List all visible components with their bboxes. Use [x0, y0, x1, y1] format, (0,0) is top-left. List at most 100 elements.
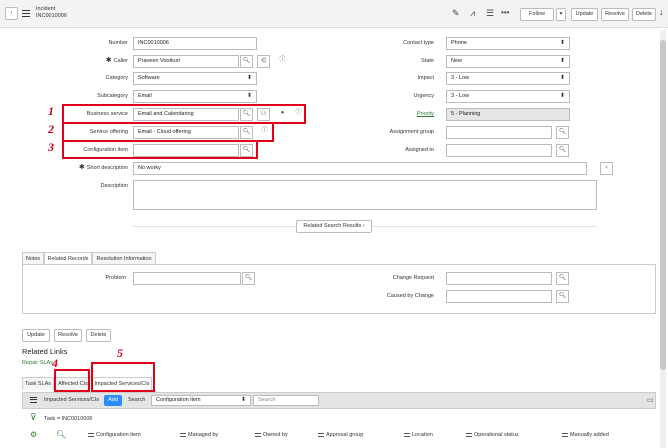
- description-field[interactable]: [133, 180, 597, 210]
- description-label: Description: [100, 183, 128, 189]
- column-approval-group[interactable]: Approval group: [318, 432, 363, 438]
- annotation-box-5: [91, 362, 155, 392]
- urgency-label: Urgency: [413, 93, 434, 99]
- annotation-box-1: [62, 104, 306, 124]
- filter-icon[interactable]: ⊽: [30, 412, 37, 423]
- search-label: Search: [128, 397, 146, 403]
- gear-icon[interactable]: ⚙: [30, 430, 37, 439]
- back-button[interactable]: ‹: [5, 7, 18, 20]
- assigned-to-field[interactable]: [446, 144, 552, 157]
- form-title: Incident: [36, 6, 56, 12]
- related-links-title: Related Links: [22, 347, 68, 356]
- caller-search-icon[interactable]: 🔍︎: [240, 55, 253, 68]
- annotation-number-3: 3: [48, 140, 54, 154]
- column-menu-icon[interactable]: [562, 432, 568, 437]
- column-operational-status[interactable]: Operational status: [466, 432, 519, 438]
- annotation-number-5: 5: [117, 346, 123, 360]
- delete-button[interactable]: Delete: [632, 8, 656, 21]
- settings-icon[interactable]: ☰: [486, 8, 494, 19]
- column-manually-added[interactable]: Manually added: [562, 432, 609, 438]
- lightbulb-icon[interactable]: ♀: [600, 162, 613, 175]
- change-request-search-icon[interactable]: 🔍︎: [556, 272, 569, 285]
- assignment-group-label: Assignment group: [389, 129, 434, 135]
- scrollbar[interactable]: [660, 30, 666, 448]
- filter-breadcrumb[interactable]: Task = INC0010006: [44, 416, 92, 422]
- attachment-icon[interactable]: ✎: [452, 8, 460, 19]
- column-menu-icon[interactable]: [404, 432, 410, 437]
- more-icon[interactable]: •••: [501, 8, 509, 17]
- annotation-box-2: [62, 122, 274, 142]
- column-configuration-item[interactable]: Configuration item: [88, 432, 141, 438]
- annotation-box-4: [54, 369, 90, 392]
- impact-select[interactable]: 3 - Low: [446, 72, 570, 85]
- form-header: ‹ Incident INC0010006 ✎ ⩘ ☰ ••• Follow ▾…: [0, 0, 668, 28]
- short-description-field[interactable]: No worky: [133, 162, 587, 175]
- resolve-button[interactable]: Resolve: [601, 8, 629, 21]
- update-button-bottom[interactable]: Update: [22, 329, 50, 342]
- caller-tree-icon[interactable]: ⋲: [257, 55, 270, 68]
- short-description-label: ✱ Short description: [78, 164, 128, 171]
- repair-slas-link[interactable]: Repair SLAs: [22, 360, 53, 366]
- assigned-to-search-icon[interactable]: 🔍︎: [556, 144, 569, 157]
- number-label: Number: [108, 40, 128, 46]
- category-select[interactable]: Software: [133, 72, 257, 85]
- priority-link[interactable]: Priority: [360, 108, 434, 120]
- caused-by-change-label: Caused by Change: [386, 293, 434, 299]
- column-menu-icon[interactable]: [318, 432, 324, 437]
- state-label: State: [421, 58, 434, 64]
- annotation-number-2: 2: [48, 122, 54, 136]
- priority-field: 5 - Planning: [446, 108, 570, 121]
- problem-search-icon[interactable]: 🔍︎: [242, 272, 255, 285]
- urgency-select[interactable]: 3 - Low: [446, 90, 570, 103]
- annotation-box-3: [62, 140, 258, 159]
- column-owned-by[interactable]: Owned by: [255, 432, 288, 438]
- column-location[interactable]: Location: [404, 432, 433, 438]
- column-menu-icon[interactable]: [180, 432, 186, 437]
- number-field[interactable]: INC0010006: [133, 37, 257, 50]
- subcategory-label: Subcategory: [97, 93, 128, 99]
- search-field-select[interactable]: Configuration item: [151, 395, 251, 406]
- arrow-down-icon[interactable]: ↓: [659, 7, 664, 17]
- change-request-field[interactable]: [446, 272, 552, 285]
- caller-label: ✱ Caller: [105, 57, 128, 64]
- annotation-number-1: 1: [48, 104, 54, 118]
- required-icon: ✱: [105, 57, 112, 64]
- contact-type-label: Contact type: [403, 40, 434, 46]
- activity-icon[interactable]: ⩘: [470, 8, 475, 19]
- required-icon: ✱: [78, 164, 85, 171]
- column-menu-icon[interactable]: [466, 432, 472, 437]
- impact-label: Impact: [417, 75, 434, 81]
- caused-by-change-search-icon[interactable]: 🔍︎: [556, 290, 569, 303]
- add-button[interactable]: Add: [104, 395, 122, 406]
- category-label: Category: [105, 75, 128, 81]
- assignment-group-field[interactable]: [446, 126, 552, 139]
- delete-button-bottom[interactable]: Delete: [86, 329, 111, 342]
- update-button[interactable]: Update: [571, 8, 598, 21]
- follow-button[interactable]: Follow: [520, 8, 554, 21]
- subcategory-select[interactable]: Email: [133, 90, 257, 103]
- caller-info-icon[interactable]: ⓘ: [276, 55, 289, 68]
- caused-by-change-field[interactable]: [446, 290, 552, 303]
- problem-label: Problem: [105, 275, 126, 281]
- assignment-group-search-icon[interactable]: 🔍︎: [556, 126, 569, 139]
- annotation-number-4: 4: [52, 356, 58, 370]
- tab-task-slas[interactable]: Task SLAs: [22, 377, 54, 390]
- list-menu-icon[interactable]: [30, 397, 37, 403]
- change-request-label: Change Request: [392, 275, 434, 281]
- follow-dropdown-button[interactable]: ▾: [556, 8, 566, 21]
- column-menu-icon[interactable]: [88, 432, 94, 437]
- search-icon[interactable]: 🔍︎: [56, 430, 66, 439]
- menu-icon[interactable]: [22, 10, 30, 17]
- column-menu-icon[interactable]: [255, 432, 261, 437]
- assigned-to-label: Assigned to: [405, 147, 434, 153]
- resolve-button-bottom[interactable]: Resolve: [54, 329, 82, 342]
- collapse-icon[interactable]: ▭: [647, 396, 654, 404]
- state-select[interactable]: New: [446, 55, 570, 68]
- contact-type-select[interactable]: Phone: [446, 37, 570, 50]
- related-search-button[interactable]: Related Search Results ›: [296, 220, 372, 233]
- list-search-input[interactable]: Search: [253, 395, 319, 406]
- list-title: Impacted Services/CIs: [44, 397, 100, 403]
- problem-field[interactable]: [133, 272, 241, 285]
- caller-field[interactable]: Praveen Vootkuri: [133, 55, 239, 68]
- column-managed-by[interactable]: Managed by: [180, 432, 218, 438]
